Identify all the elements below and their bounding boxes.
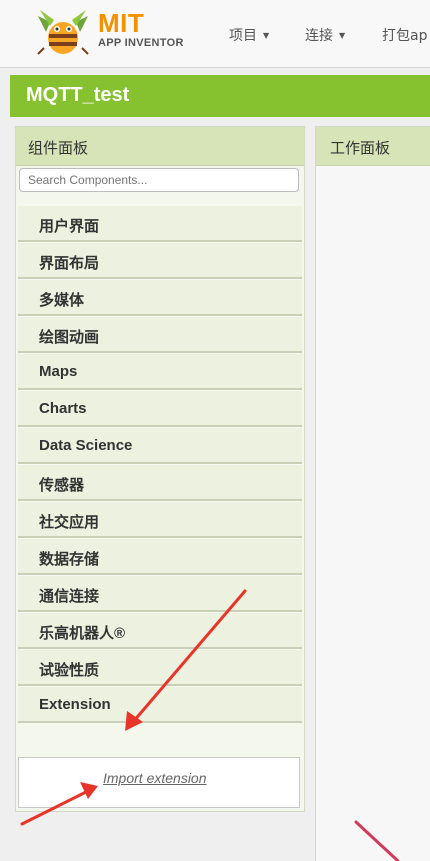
category-lego-robots[interactable]: 乐高机器人® bbox=[18, 612, 302, 649]
import-extension-link[interactable]: Import extension bbox=[103, 770, 207, 786]
category-layout[interactable]: 界面布局 bbox=[18, 242, 302, 279]
category-data-science[interactable]: Data Science bbox=[18, 427, 302, 464]
category-maps[interactable]: Maps bbox=[18, 353, 302, 390]
import-extension-box: Import extension bbox=[18, 757, 300, 808]
menu-build[interactable]: 打包ap bbox=[382, 25, 427, 45]
menu-projects[interactable]: 项目 ▼ bbox=[229, 25, 269, 45]
category-label: 用户界面 bbox=[39, 218, 100, 235]
category-social[interactable]: 社交应用 bbox=[18, 501, 302, 538]
category-label: 通信连接 bbox=[39, 588, 100, 605]
category-label: Charts bbox=[39, 400, 87, 417]
category-storage[interactable]: 数据存储 bbox=[18, 538, 302, 575]
palette-title: 组件面板 bbox=[28, 139, 89, 157]
category-label: 界面布局 bbox=[39, 255, 100, 272]
category-extension[interactable]: Extension bbox=[18, 686, 302, 723]
top-bar: MIT APP INVENTOR 项目 ▼ 连接 ▼ 打包ap bbox=[0, 0, 430, 68]
menu-projects-label: 项目 bbox=[229, 28, 257, 44]
category-user-interface[interactable]: 用户界面 bbox=[18, 205, 302, 242]
category-label: 多媒体 bbox=[39, 292, 85, 309]
logo-subtitle: APP INVENTOR bbox=[98, 37, 184, 49]
category-label: 数据存储 bbox=[39, 551, 100, 568]
category-label: Data Science bbox=[39, 437, 133, 454]
category-drawing-animation[interactable]: 绘图动画 bbox=[18, 316, 302, 353]
viewer-title: 工作面板 bbox=[330, 139, 391, 157]
chevron-down-icon: ▼ bbox=[263, 31, 270, 40]
category-label: 社交应用 bbox=[39, 514, 100, 531]
palette-header: 组件面板 bbox=[16, 127, 304, 166]
chevron-down-icon: ▼ bbox=[339, 31, 346, 40]
search-components-input[interactable] bbox=[19, 168, 299, 192]
category-label: 乐高机器人® bbox=[39, 625, 126, 642]
category-media[interactable]: 多媒体 bbox=[18, 279, 302, 316]
logo-title: MIT bbox=[98, 8, 145, 38]
viewer-panel: 工作面板 bbox=[315, 126, 430, 861]
app-inventor-bee-logo-icon[interactable] bbox=[34, 8, 92, 58]
menu-build-label: 打包ap bbox=[382, 28, 428, 44]
category-label: 试验性质 bbox=[39, 662, 100, 679]
category-experimental[interactable]: 试验性质 bbox=[18, 649, 302, 686]
menu-connect[interactable]: 连接 ▼ bbox=[305, 25, 345, 45]
project-name: MQTT_test bbox=[26, 84, 130, 106]
category-label: Maps bbox=[39, 363, 78, 380]
category-connectivity[interactable]: 通信连接 bbox=[18, 575, 302, 612]
category-list: 用户界面 界面布局 多媒体 绘图动画 Maps Charts Data Scie… bbox=[18, 205, 302, 723]
category-charts[interactable]: Charts bbox=[18, 390, 302, 427]
viewer-header: 工作面板 bbox=[316, 127, 430, 166]
palette-panel: 组件面板 用户界面 界面布局 多媒体 绘图动画 Maps Charts Data… bbox=[15, 126, 305, 812]
category-label: Extension bbox=[39, 696, 111, 713]
category-label: 绘图动画 bbox=[39, 329, 100, 346]
project-title-bar: MQTT_test bbox=[10, 75, 430, 117]
category-sensors[interactable]: 传感器 bbox=[18, 464, 302, 501]
menu-connect-label: 连接 bbox=[305, 28, 333, 44]
category-label: 传感器 bbox=[39, 477, 85, 494]
